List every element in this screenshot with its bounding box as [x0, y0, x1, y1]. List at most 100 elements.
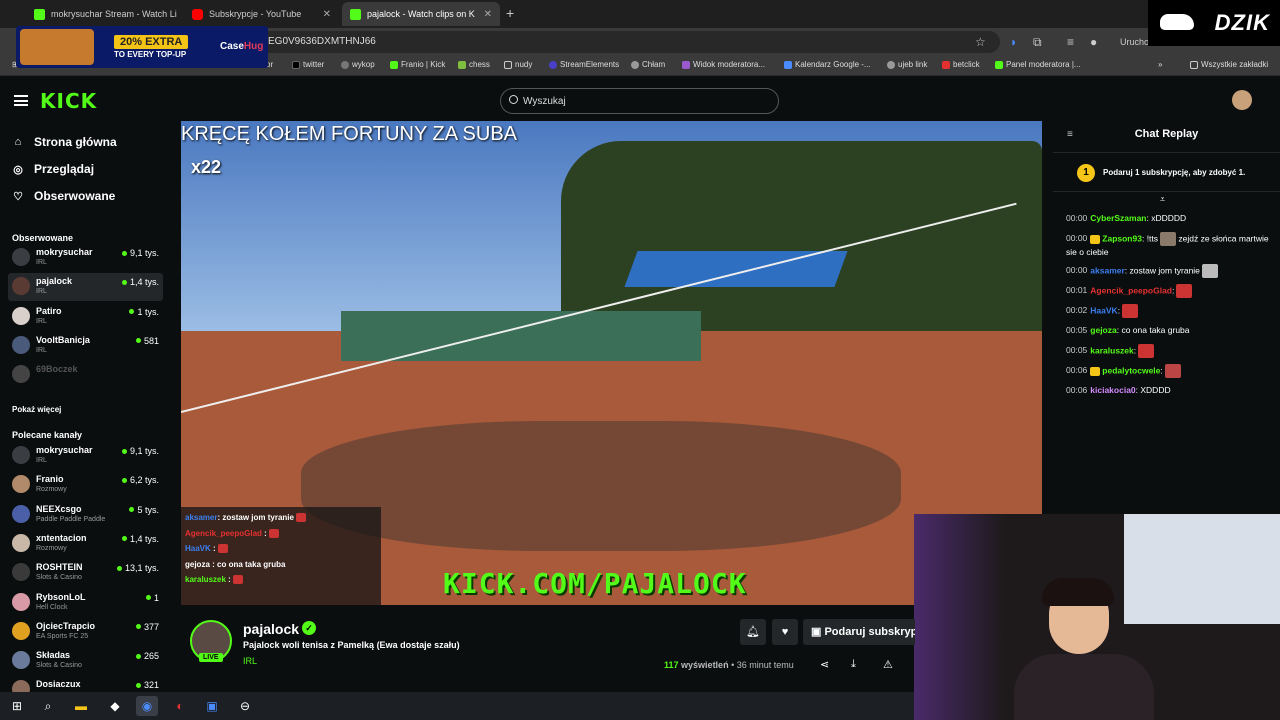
- sidebar-channel[interactable]: Franio Rozmowy 6,2 tys.: [8, 471, 163, 499]
- chat-message: 00:00 aksamer: zostaw jom tyranie: [1066, 264, 1271, 278]
- bookmark-item[interactable]: Kalendarz Google -...: [784, 60, 871, 69]
- app-icon-3[interactable]: ▣: [201, 696, 223, 716]
- search-icon[interactable]: ⌕: [37, 696, 59, 716]
- casehug-ad-banner[interactable]: 20% EXTRA TO EVERY TOP-UP CaseHug: [16, 26, 268, 68]
- notification-bell-button[interactable]: 🔔︎: [740, 619, 766, 645]
- search-input[interactable]: Wyszukaj: [500, 88, 779, 114]
- channel-name: VooltBanicja: [36, 334, 90, 345]
- overlay-chat-line: gejoza : co ona taka gruba: [185, 559, 286, 569]
- browser-tab[interactable]: Subskrypcje - YouTube ✕: [184, 2, 339, 26]
- bookmark-item[interactable]: Franio | Kick: [390, 60, 445, 69]
- file-explorer-icon[interactable]: ▬: [70, 696, 92, 716]
- show-more-link[interactable]: Pokaż więcej: [12, 405, 61, 414]
- bookmark-item[interactable]: ujeb link: [887, 60, 927, 69]
- close-tab-icon[interactable]: ✕: [323, 9, 331, 20]
- channel-viewers: 6,2 tys.: [121, 475, 159, 485]
- bookmark-star-icon[interactable]: ☆: [975, 35, 986, 49]
- channel-avatar: [12, 446, 30, 464]
- windows-icon[interactable]: ⊞: [6, 696, 28, 716]
- chrome-icon[interactable]: ◉: [136, 696, 158, 716]
- video-shadow: [301, 421, 901, 551]
- sidebar-channel[interactable]: OjciecTrapcio EA Sports FC 25 377: [8, 618, 163, 646]
- emote-icon: [1160, 232, 1177, 246]
- nav-browse[interactable]: ◎ Przeglądaj: [12, 162, 94, 176]
- browser-tab[interactable]: mokrysuchar Stream - Watch Li ✕: [26, 2, 181, 26]
- channel-viewers: 1: [145, 593, 159, 603]
- webcam-person-hair: [1042, 578, 1114, 606]
- report-icon[interactable]: ⚠: [883, 658, 893, 671]
- close-tab-icon[interactable]: ✕: [484, 9, 492, 20]
- emote-icon: [233, 575, 244, 585]
- search-placeholder: Wyszukaj: [523, 96, 566, 107]
- sidebar-channel[interactable]: Składas Slots & Casino 265: [8, 647, 163, 675]
- windows-taskbar: ⊞ ⌕ ▬ ◆ ◉ ◐ ▣ ⊖: [0, 692, 914, 720]
- follow-button[interactable]: ♥: [772, 619, 798, 645]
- address-url[interactable]: EG0V9636DXMTHNJ66: [268, 36, 376, 47]
- browser-tab-active[interactable]: pajalock - Watch clips on K ✕: [342, 2, 500, 26]
- live-dot-icon: [121, 477, 127, 483]
- bookmark-item[interactable]: Panel moderatora |...: [995, 60, 1081, 69]
- browser-tab-strip: mokrysuchar Stream - Watch Li ✕ Subskryp…: [0, 0, 1280, 28]
- bookmark-item[interactable]: StreamElements: [549, 60, 619, 69]
- channel-avatar: [12, 277, 30, 296]
- emote-icon: [1138, 344, 1155, 358]
- sidebar-channel[interactable]: RybsonLoL Hell Clock 1: [8, 589, 163, 617]
- collapse-icon[interactable]: ⩡: [1160, 194, 1165, 205]
- video-player[interactable]: KRĘCĘ KOŁEM FORTUNY ZA SUBA x22 aksamer:…: [181, 121, 1042, 605]
- share-icon[interactable]: ⋖: [820, 658, 829, 671]
- sidebar-channel[interactable]: Patiro IRL 1 tys.: [8, 303, 163, 331]
- bookmark-item[interactable]: twitter: [292, 60, 324, 69]
- sidebar-channel[interactable]: xntentacion Rozmowy 1,4 tys.: [8, 530, 163, 558]
- channel-name: xntentacion: [36, 532, 87, 543]
- nav-following[interactable]: ♡ Obserwowane: [12, 189, 115, 203]
- followed-section-title: Obserwowane: [12, 233, 74, 243]
- download-icon[interactable]: ⤓: [851, 658, 856, 671]
- app-icon-2[interactable]: ◐: [169, 696, 191, 716]
- channel-avatar: [12, 475, 30, 494]
- reading-list-icon[interactable]: ≡: [1067, 35, 1074, 49]
- sidebar-channel[interactable]: ROSHTEIN Slots & Casino 13,1 tys.: [8, 559, 163, 587]
- streamer-name[interactable]: pajalock: [243, 621, 299, 637]
- gift-subscription-button[interactable]: ▣ Podaruj subskrypcję: [803, 619, 915, 645]
- sidebar-channel[interactable]: NEEXcsgo Paddle Paddle Paddle 5 tys.: [8, 501, 163, 529]
- all-bookmarks[interactable]: Wszystkie zakładki: [1190, 60, 1268, 69]
- channel-category: IRL: [36, 346, 47, 354]
- channel-category: IRL: [36, 259, 47, 266]
- bookmark-item[interactable]: nudy: [504, 60, 532, 69]
- webcam-window: [1124, 514, 1280, 624]
- kick-logo[interactable]: KICK: [40, 89, 97, 113]
- sidebar-channel[interactable]: VooltBanicja IRL 581: [8, 332, 163, 360]
- extension-icon[interactable]: ◗: [1010, 35, 1017, 49]
- app-icon-4[interactable]: ⊖: [234, 696, 256, 716]
- stream-category[interactable]: IRL: [243, 656, 257, 666]
- new-tab-icon[interactable]: +: [506, 5, 514, 21]
- sidebar-channel[interactable]: pajalock IRL 1,4 tys.: [8, 273, 163, 302]
- app-icon[interactable]: ◆: [104, 696, 126, 716]
- bookmark-item[interactable]: betclick: [942, 60, 980, 69]
- bookmarks-overflow-icon[interactable]: »: [1158, 60, 1162, 69]
- live-dot-icon: [129, 507, 135, 513]
- menu-icon[interactable]: [14, 95, 28, 106]
- goal-text: Podaruj 1 subskrypcję, aby zdobyć 1.: [1103, 168, 1246, 177]
- emote-icon: [296, 513, 307, 523]
- channel-category: Hell Clock: [36, 603, 68, 611]
- channel-avatar: [12, 592, 30, 611]
- bookmark-item[interactable]: Widok moderatora...: [682, 60, 765, 69]
- tab-label: pajalock - Watch clips on K: [367, 9, 475, 19]
- compass-icon: ◎: [13, 163, 23, 176]
- sidebar-channel[interactable]: mokrysuchar IRL 9,1 tys.: [8, 442, 163, 470]
- channel-name: ROSHTEIN: [36, 562, 83, 573]
- live-dot-icon: [121, 448, 127, 454]
- sidebar-channel[interactable]: 69Boczek: [8, 361, 163, 389]
- bookmark-item[interactable]: chess: [458, 60, 490, 69]
- bookmark-item[interactable]: Chłam: [631, 60, 665, 69]
- sidebar-channel[interactable]: mokrysuchar IRL 9,1 tys.: [8, 244, 163, 272]
- extensions-puzzle-icon[interactable]: ⧉: [1033, 35, 1042, 50]
- user-avatar[interactable]: [1232, 90, 1252, 110]
- dzik-logo: DZIK: [1148, 0, 1280, 46]
- chat-message: 00:05 gejoza: co ona taka gruba: [1066, 325, 1190, 335]
- profile-icon[interactable]: ●: [1090, 35, 1097, 49]
- channel-category: IRL: [36, 317, 47, 325]
- nav-home[interactable]: ⌂ Strona główna: [12, 135, 117, 149]
- bookmark-item[interactable]: wykop: [341, 60, 375, 69]
